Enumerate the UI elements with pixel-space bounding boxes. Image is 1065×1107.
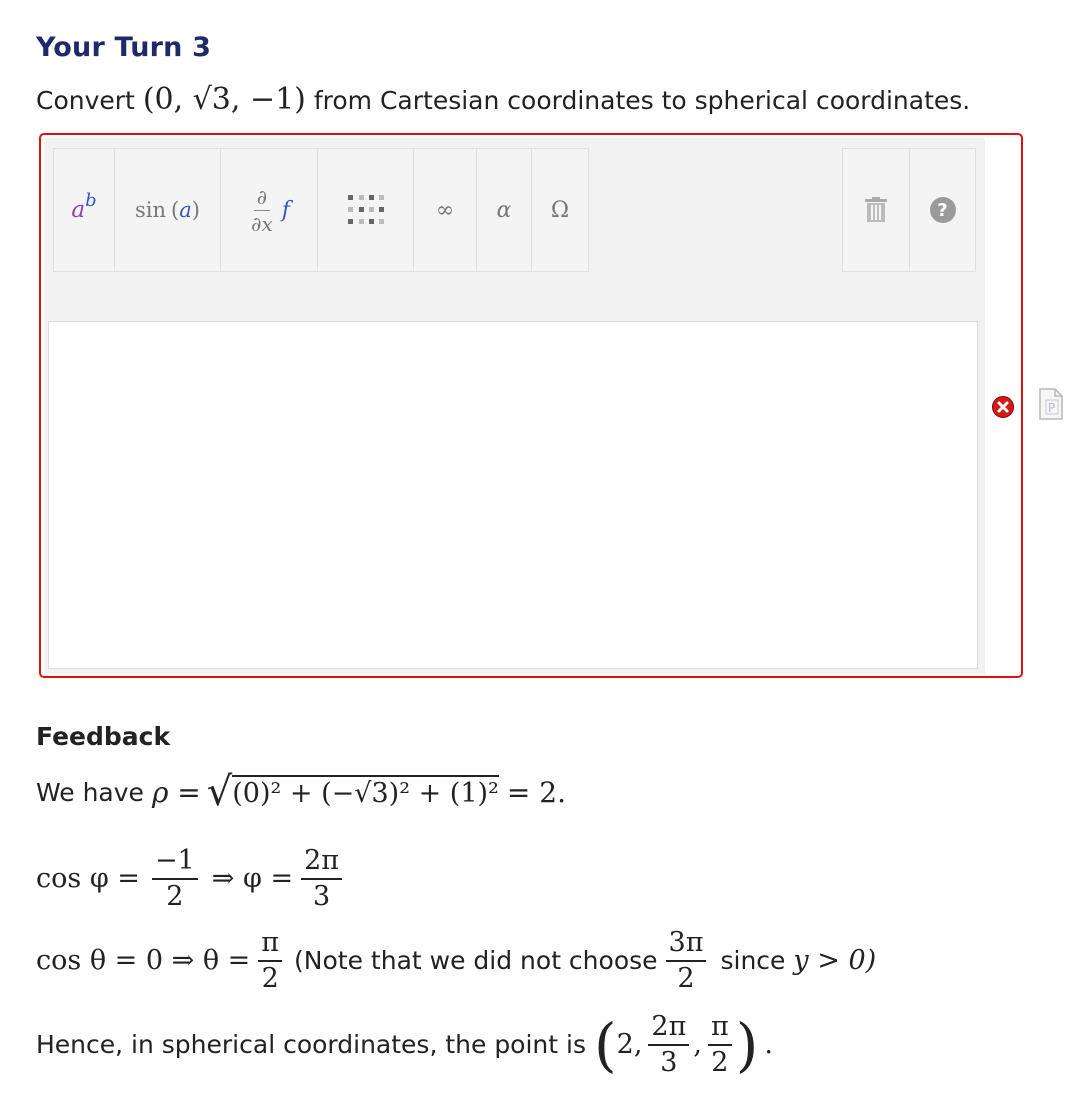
question-suffix: from Cartesian coordinates to spherical …	[313, 86, 971, 115]
feedback-line-rho: We have ρ = √ (0)² + (−√3)² + (1)² = 2.	[36, 772, 566, 812]
trash-icon	[865, 197, 887, 222]
line3-since: since	[720, 946, 786, 976]
omega-icon: Ω	[550, 197, 570, 223]
line4-prefix: Hence, in spherical coordinates, the poi…	[36, 1030, 586, 1060]
line4-a: 2,	[616, 1029, 643, 1061]
line2-mid: ⇒ φ =	[211, 863, 294, 895]
line3-lhs: cos θ = 0 ⇒ θ =	[36, 945, 251, 977]
line3-den: 2	[261, 962, 279, 994]
feedback-heading: Feedback	[36, 722, 171, 751]
feedback-line-phi: cos φ = −1 2 ⇒ φ = 2π 3	[36, 846, 346, 911]
help-button[interactable]: ?	[909, 148, 976, 272]
sqrt-sign: √	[206, 769, 233, 815]
line2-num: −1	[151, 846, 198, 880]
line3-den2: 2	[677, 962, 695, 994]
trash-button[interactable]	[842, 148, 910, 272]
help-icon: ?	[929, 197, 956, 223]
line1-radicand: (0)² + (−√3)² + (1)²	[232, 775, 499, 809]
line3-note: (Note that we did not choose	[294, 946, 658, 976]
line3-cond: y > 0)	[793, 945, 877, 977]
matrix-icon	[347, 195, 384, 224]
trig-button[interactable]: sin (a)	[114, 148, 221, 272]
line4-den2: 2	[711, 1046, 729, 1078]
infinity-button[interactable]: ∞	[413, 148, 477, 272]
line2-lhs: cos φ =	[36, 863, 140, 895]
feedback-line-result: Hence, in spherical coordinates, the poi…	[36, 1010, 773, 1079]
deriv-f: f	[281, 197, 290, 223]
feedback-line-theta: cos θ = 0 ⇒ θ = π 2 (Note that we did no…	[36, 928, 876, 993]
infinity-icon: ∞	[435, 197, 455, 223]
line3-num2: 3π	[665, 928, 707, 962]
line2-num2: 2π	[301, 846, 343, 880]
line4-num2: π	[707, 1012, 732, 1046]
line4-end: .	[764, 1029, 773, 1061]
calculus-button[interactable]: ∂ ∂x f	[220, 148, 318, 272]
line1-rho: ρ =	[151, 775, 201, 809]
line1-result: = 2.	[506, 775, 566, 809]
line1-prefix: We have	[36, 777, 144, 807]
trig-arg: a	[179, 198, 192, 222]
question-prefix: Convert	[36, 86, 135, 115]
line2-den: 2	[166, 880, 184, 912]
line2-den2: 3	[312, 880, 331, 912]
deriv-numerator: ∂	[253, 186, 271, 211]
answer-input[interactable]	[48, 321, 978, 669]
line4-den: 3	[660, 1046, 678, 1078]
matrix-button[interactable]	[317, 148, 414, 272]
superscript-button[interactable]: ab	[53, 148, 115, 272]
superscript-exp: b	[85, 189, 97, 211]
greek-lower-button[interactable]: α	[476, 148, 532, 272]
question-text: Convert (0, √3, −1) from Cartesian coord…	[36, 82, 970, 117]
line4-num: 2π	[648, 1012, 690, 1046]
superscript-base: a	[71, 197, 86, 223]
page-title: Your Turn 3	[36, 32, 212, 63]
alpha-icon: α	[496, 197, 512, 223]
question-point: (0, √3, −1)	[142, 82, 306, 117]
error-icon	[992, 396, 1014, 418]
deriv-denominator: ∂x	[251, 211, 273, 236]
line3-num: π	[258, 928, 283, 962]
trig-fn: sin	[135, 198, 167, 222]
greek-upper-button[interactable]: Ω	[531, 148, 589, 272]
preview-icon[interactable]: P	[1039, 388, 1063, 424]
svg-text:P: P	[1048, 401, 1055, 415]
